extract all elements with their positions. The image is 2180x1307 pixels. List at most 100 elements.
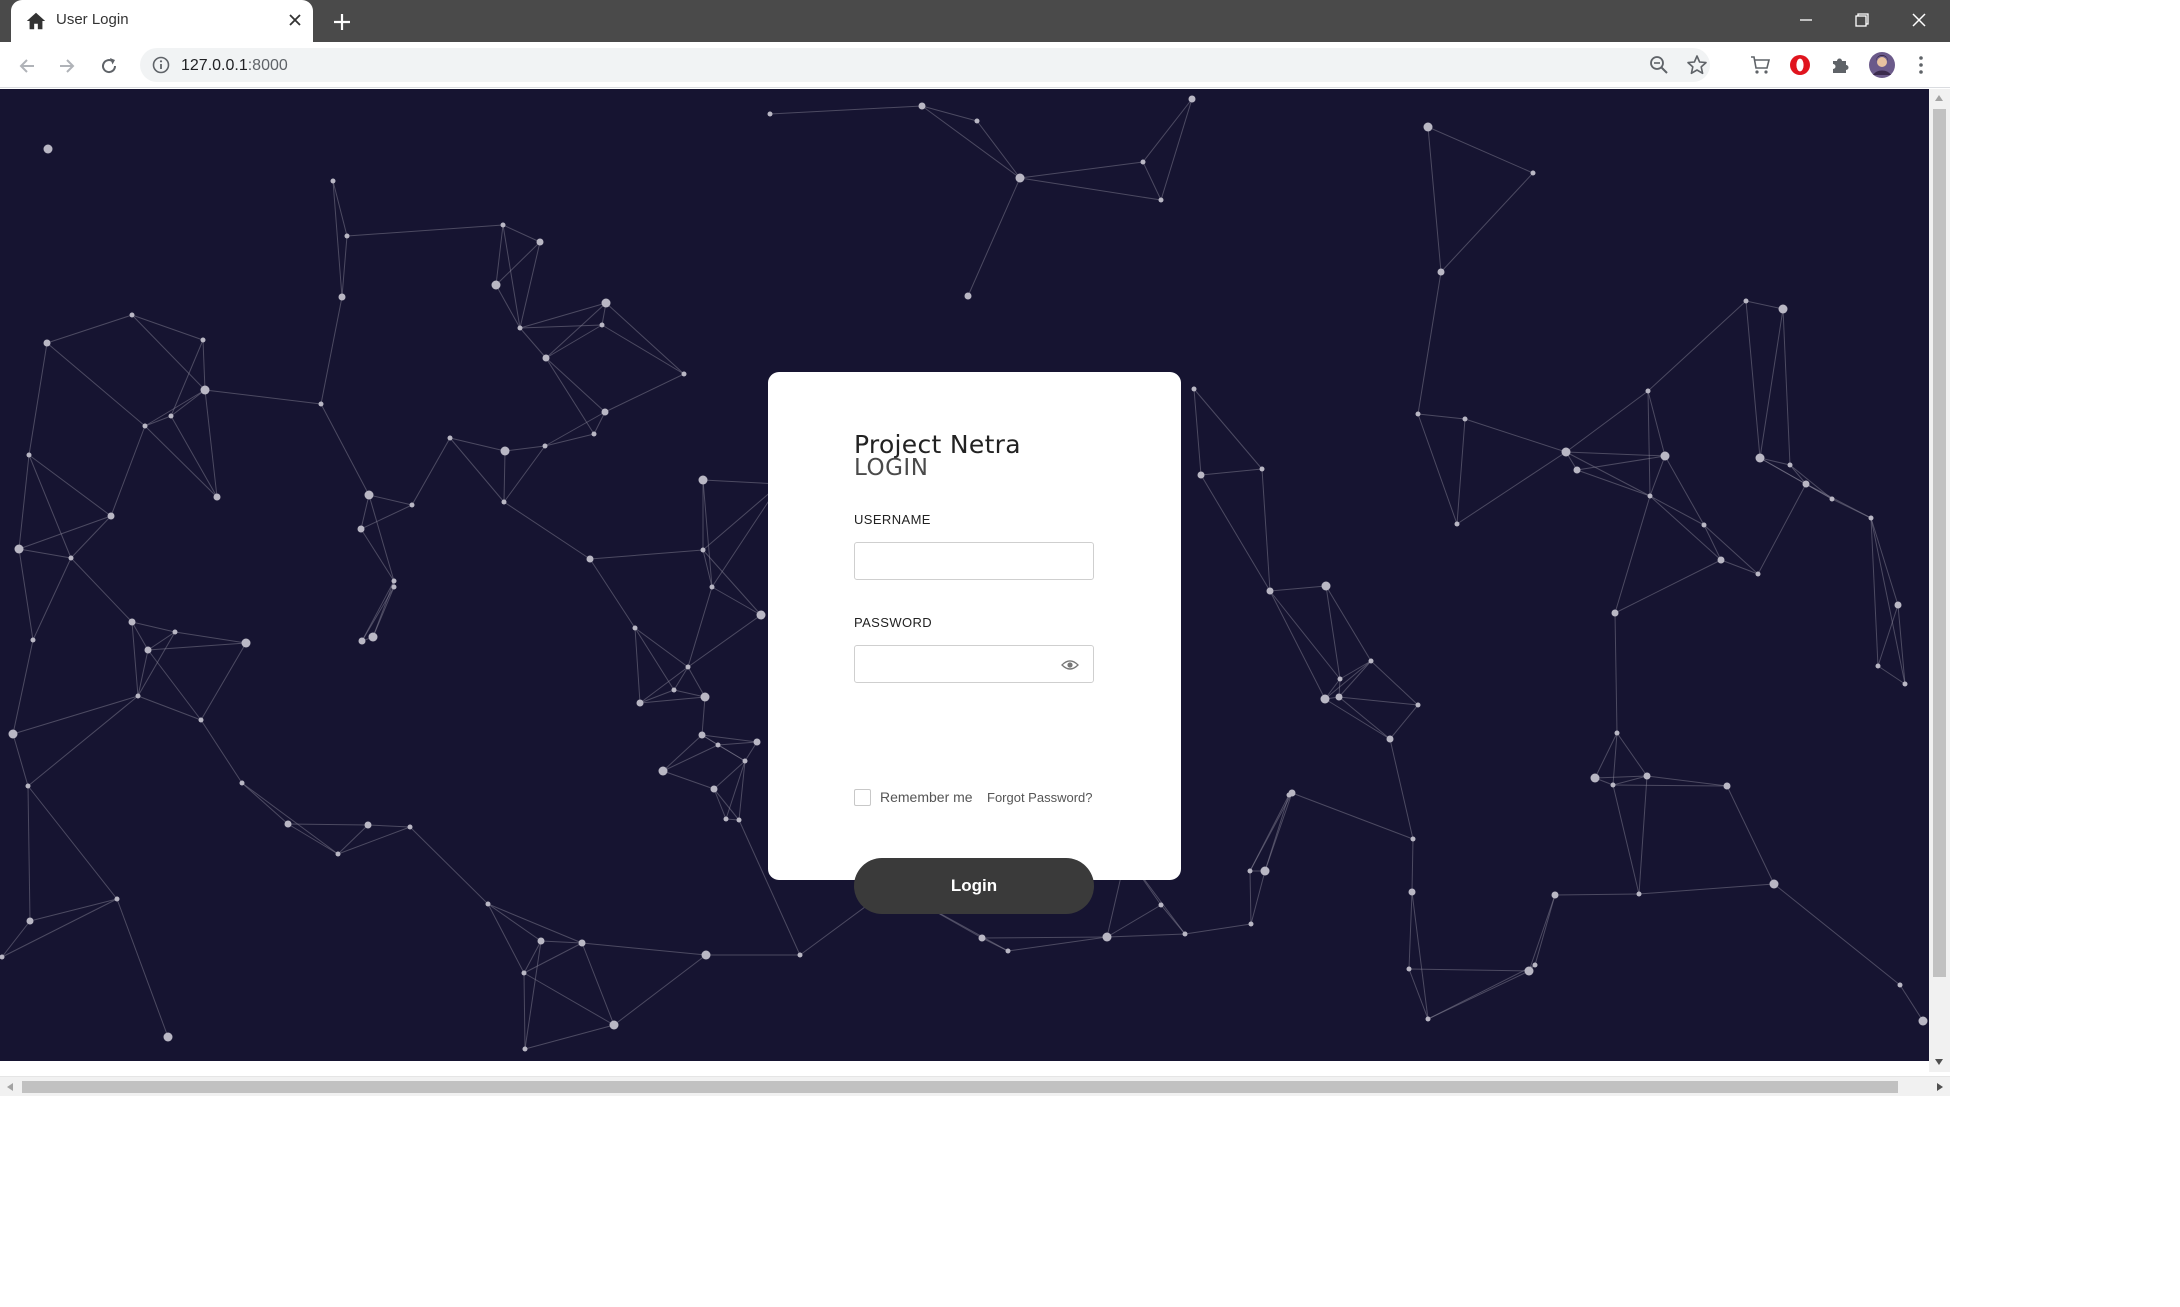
address-bar[interactable]: 127.0.0.1:8000 (140, 48, 1710, 82)
network-link (1612, 784, 1728, 787)
remember-checkbox[interactable] (854, 789, 871, 806)
scroll-down-icon (1935, 1059, 1943, 1065)
network-link (495, 224, 504, 286)
restore-button[interactable] (1842, 4, 1882, 36)
network-link (368, 494, 413, 506)
network-node (25, 783, 31, 789)
network-link (519, 327, 547, 359)
network-node (1158, 197, 1164, 203)
remember-label[interactable]: Remember me (880, 789, 973, 805)
login-heading: LOGIN (854, 455, 929, 481)
eye-icon[interactable] (1061, 658, 1079, 672)
network-link (1, 898, 118, 958)
restore-icon (1855, 13, 1869, 27)
network-link (27, 695, 139, 787)
scroll-right-icon (1937, 1083, 1943, 1091)
network-node (1551, 891, 1559, 899)
vertical-scrollbar[interactable] (1929, 89, 1950, 1072)
password-field[interactable] (854, 645, 1094, 683)
network-node (107, 512, 115, 520)
cart-icon[interactable] (1747, 52, 1773, 78)
network-link (1534, 894, 1556, 966)
network-link (1647, 390, 1651, 497)
minimize-button[interactable] (1786, 4, 1826, 36)
network-link (769, 105, 923, 115)
password-input[interactable] (855, 646, 1093, 682)
close-icon[interactable] (284, 9, 306, 31)
network-node (1337, 676, 1343, 682)
zoom-icon[interactable] (1648, 54, 1670, 76)
reload-button[interactable] (94, 51, 124, 81)
network-link (1649, 455, 1666, 497)
network-node (1902, 681, 1908, 687)
network-node (1248, 921, 1254, 927)
network-node (517, 325, 523, 331)
network-node (1423, 122, 1433, 132)
network-node (30, 637, 36, 643)
network-node (1158, 902, 1164, 908)
info-icon[interactable] (152, 56, 170, 74)
network-link (921, 105, 1021, 179)
network-link (702, 479, 713, 588)
network-link (1647, 390, 1666, 457)
network-node (1894, 601, 1902, 609)
new-tab-button[interactable] (328, 8, 356, 36)
network-link (1249, 792, 1293, 872)
network-link (981, 937, 1009, 952)
password-label: PASSWORD (854, 615, 933, 630)
network-link (1193, 388, 1202, 476)
star-icon[interactable] (1686, 54, 1708, 76)
url-text[interactable]: 127.0.0.1:8000 (181, 57, 288, 75)
network-link (1249, 870, 1252, 925)
network-node (1645, 388, 1651, 394)
forward-button[interactable] (52, 51, 82, 81)
network-link (12, 639, 34, 735)
horizontal-scrollbar[interactable] (0, 1076, 1950, 1096)
network-link (1614, 559, 1722, 614)
network-link (1184, 923, 1252, 935)
close-window-button[interactable] (1899, 4, 1939, 36)
vertical-scroll-thumb[interactable] (1933, 109, 1946, 977)
username-input[interactable] (855, 543, 1093, 579)
kebab-menu-icon[interactable] (1908, 52, 1934, 78)
username-field[interactable] (854, 542, 1094, 580)
network-link (337, 824, 369, 855)
network-node (753, 738, 761, 746)
tab-user-login[interactable]: User Login (11, 0, 313, 42)
horizontal-scroll-thumb[interactable] (22, 1081, 1898, 1093)
avatar-icon[interactable] (1867, 50, 1897, 80)
network-node (407, 824, 413, 830)
network-node (364, 821, 372, 829)
network-link (372, 580, 395, 638)
back-button[interactable] (12, 51, 42, 81)
network-node (1140, 159, 1146, 165)
network-link (605, 302, 685, 375)
network-link (717, 744, 746, 762)
network-link (523, 972, 615, 1026)
puzzle-icon[interactable] (1827, 52, 1853, 78)
login-button[interactable]: Login (854, 858, 1094, 914)
network-link (27, 785, 118, 900)
network-node (599, 322, 605, 328)
network-node (1897, 982, 1903, 988)
network-node (1530, 170, 1536, 176)
tab-title: User Login (56, 11, 129, 28)
network-link (1193, 388, 1263, 470)
opera-icon[interactable] (1787, 52, 1813, 78)
login-card: Project Netra LOGIN USERNAME PASSWORD Re… (768, 372, 1181, 914)
network-link (1565, 451, 1666, 457)
network-link (200, 642, 247, 721)
network-node (767, 111, 773, 117)
network-link (131, 314, 204, 341)
network-link (711, 586, 762, 616)
forgot-password-link[interactable]: Forgot Password? (987, 790, 1093, 805)
network-node (1524, 966, 1534, 976)
network-link (1773, 883, 1901, 986)
network-node (1425, 1016, 1431, 1022)
network-link (634, 627, 675, 691)
network-link (1638, 775, 1648, 895)
arrow-left-icon (19, 59, 34, 73)
network-node (1778, 304, 1788, 314)
network-link (1338, 696, 1419, 706)
page-viewport: Project Netra LOGIN USERNAME PASSWORD Re… (0, 89, 1929, 1061)
